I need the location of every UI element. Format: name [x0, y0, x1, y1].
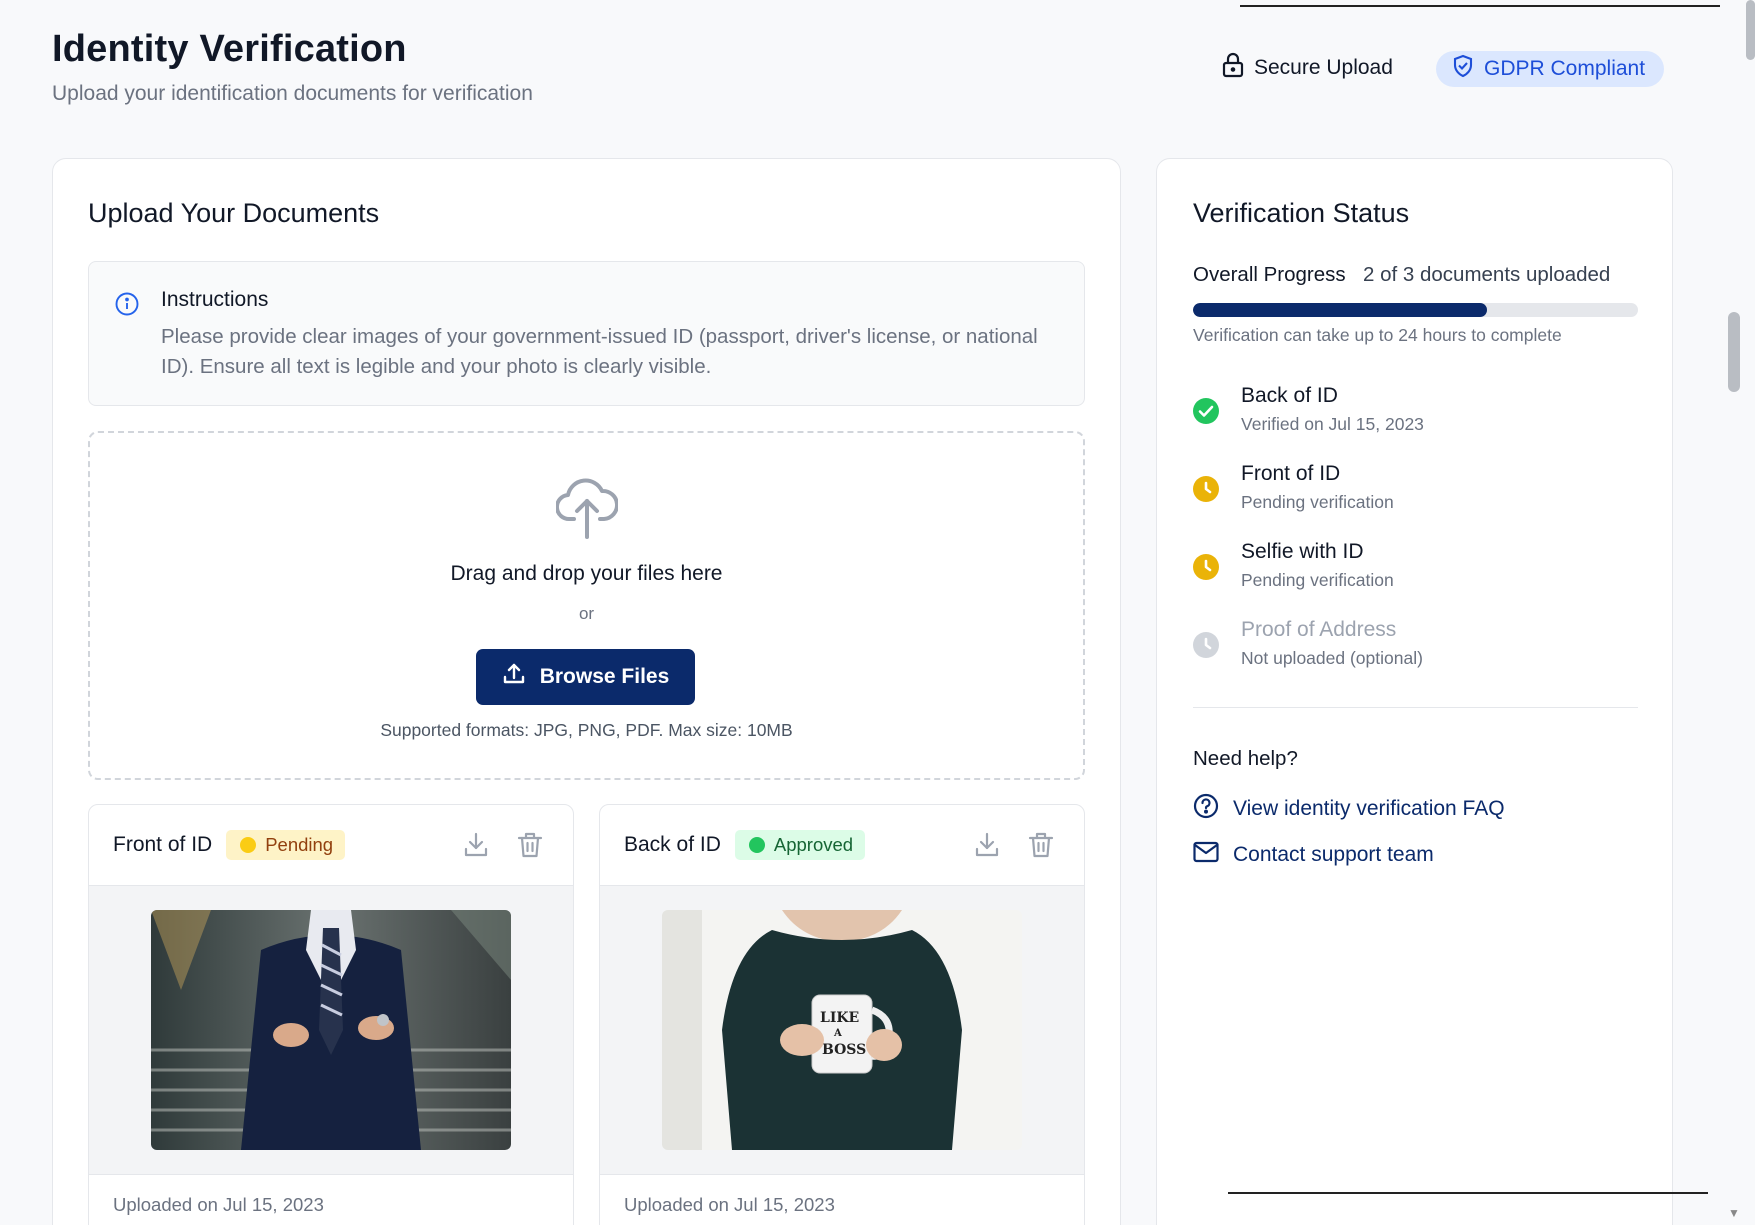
download-icon[interactable]: [974, 831, 1000, 859]
secure-upload-label: Secure Upload: [1254, 56, 1393, 79]
shield-check-icon: [1452, 54, 1474, 84]
svg-text:BOSS: BOSS: [822, 1042, 866, 1058]
svg-text:A: A: [833, 1028, 842, 1039]
woman-holding-mug-photo: LIKE A BOSS: [662, 910, 1022, 1150]
upload-icon: [502, 662, 526, 692]
step-title: Proof of Address: [1241, 618, 1397, 641]
status-label: Approved: [773, 834, 854, 855]
scrollbar-thumb-top[interactable]: [1746, 0, 1755, 60]
step-subtitle: Verified on Jul 15, 2023: [1241, 414, 1424, 434]
document-card-front-of-id: Front of ID Pending Uploaded on Jul 15, …: [88, 804, 574, 1225]
page-title: Identity Verification: [52, 28, 407, 70]
upload-card-title: Upload Your Documents: [88, 198, 380, 228]
need-help-title: Need help?: [1193, 747, 1298, 770]
clock-icon: [1193, 554, 1219, 580]
bottom-rule: [1228, 1192, 1708, 1194]
document-header: Back of ID Approved: [600, 805, 1084, 885]
progress-bar-fill: [1193, 303, 1487, 317]
instructions-title: Instructions: [161, 288, 269, 311]
check-circle-icon: [1193, 398, 1219, 424]
gdpr-badge: GDPR Compliant: [1436, 51, 1665, 87]
document-card-back-of-id: Back of ID Approved LIKE A BOSS Uploaded…: [599, 804, 1085, 1225]
trash-icon[interactable]: [1028, 831, 1054, 859]
status-step-front-of-id: Front of ID Pending verification: [1193, 462, 1638, 518]
dropzone-or: or: [578, 604, 595, 623]
file-dropzone[interactable]: Drag and drop your files here or Browse …: [88, 431, 1085, 780]
faq-link-label: View identity verification FAQ: [1233, 797, 1505, 820]
contact-support-link[interactable]: Contact support team: [1193, 841, 1434, 869]
overall-progress-count: 2 of 3 documents uploaded: [1363, 263, 1611, 286]
status-step-proof-of-address: Proof of Address Not uploaded (optional): [1193, 618, 1638, 674]
clock-icon: [1193, 632, 1219, 658]
document-name: Back of ID: [624, 833, 721, 856]
scrollbar-thumb[interactable]: [1728, 312, 1740, 392]
upload-date: Uploaded on Jul 15, 2023: [624, 1194, 835, 1215]
document-preview: LIKE A BOSS: [600, 885, 1084, 1175]
scrollbar[interactable]: [1720, 0, 1755, 1225]
document-actions: [974, 831, 1054, 859]
upload-date: Uploaded on Jul 15, 2023: [113, 1194, 324, 1215]
overall-progress-label: Overall Progress: [1193, 263, 1346, 286]
clock-icon: [1193, 476, 1219, 502]
document-actions: [463, 831, 543, 859]
question-circle-icon: [1193, 793, 1219, 825]
status-dot: [748, 837, 765, 853]
gdpr-label: GDPR Compliant: [1484, 57, 1646, 80]
browse-files-button[interactable]: Browse Files: [476, 649, 695, 705]
mail-icon: [1193, 841, 1219, 869]
trash-icon[interactable]: [517, 831, 543, 859]
download-icon[interactable]: [463, 831, 489, 859]
dropzone-title: Drag and drop your files here: [450, 562, 723, 585]
supported-formats: Supported formats: JPG, PNG, PDF. Max si…: [380, 720, 793, 740]
info-icon: [115, 292, 139, 321]
status-badge: Pending: [226, 830, 346, 860]
instructions-text: Please provide clear images of your gove…: [161, 325, 1038, 378]
browse-files-label: Browse Files: [539, 665, 670, 688]
step-title: Front of ID: [1241, 462, 1341, 485]
divider: [1193, 707, 1638, 708]
top-rule: [1240, 5, 1720, 7]
status-step-back-of-id: Back of ID Verified on Jul 15, 2023: [1193, 384, 1638, 440]
step-title: Selfie with ID: [1241, 540, 1364, 563]
instructions-box: Instructions Please provide clear images…: [88, 261, 1085, 406]
step-subtitle: Not uploaded (optional): [1241, 648, 1423, 668]
progress-bar: [1193, 303, 1638, 317]
page-subtitle: Upload your identification documents for…: [52, 82, 533, 105]
svg-text:LIKE: LIKE: [820, 1010, 859, 1026]
step-subtitle: Pending verification: [1241, 492, 1394, 512]
status-dot: [240, 837, 257, 853]
man-in-suit-photo: [151, 910, 511, 1150]
verification-status-title: Verification Status: [1193, 198, 1410, 228]
status-label: Pending: [265, 834, 334, 855]
verification-time-note: Verification can take up to 24 hours to …: [1193, 325, 1562, 345]
cloud-upload-icon: [555, 471, 620, 546]
faq-link[interactable]: View identity verification FAQ: [1193, 793, 1505, 825]
document-name: Front of ID: [113, 833, 213, 856]
status-step-selfie-with-id: Selfie with ID Pending verification: [1193, 540, 1638, 596]
scroll-down-arrow-icon[interactable]: ▼: [1728, 1206, 1740, 1220]
identity-verification-page: Identity Verification Upload your identi…: [0, 0, 1720, 1225]
step-title: Back of ID: [1241, 384, 1338, 407]
secure-upload-indicator: Secure Upload: [1222, 52, 1393, 84]
step-subtitle: Pending verification: [1241, 570, 1394, 590]
verification-status-card: [1156, 158, 1673, 1225]
document-header: Front of ID Pending: [89, 805, 573, 885]
document-preview: [89, 885, 573, 1175]
status-badge: Approved: [734, 830, 866, 860]
lock-icon: [1222, 52, 1244, 84]
contact-support-label: Contact support team: [1233, 843, 1434, 866]
